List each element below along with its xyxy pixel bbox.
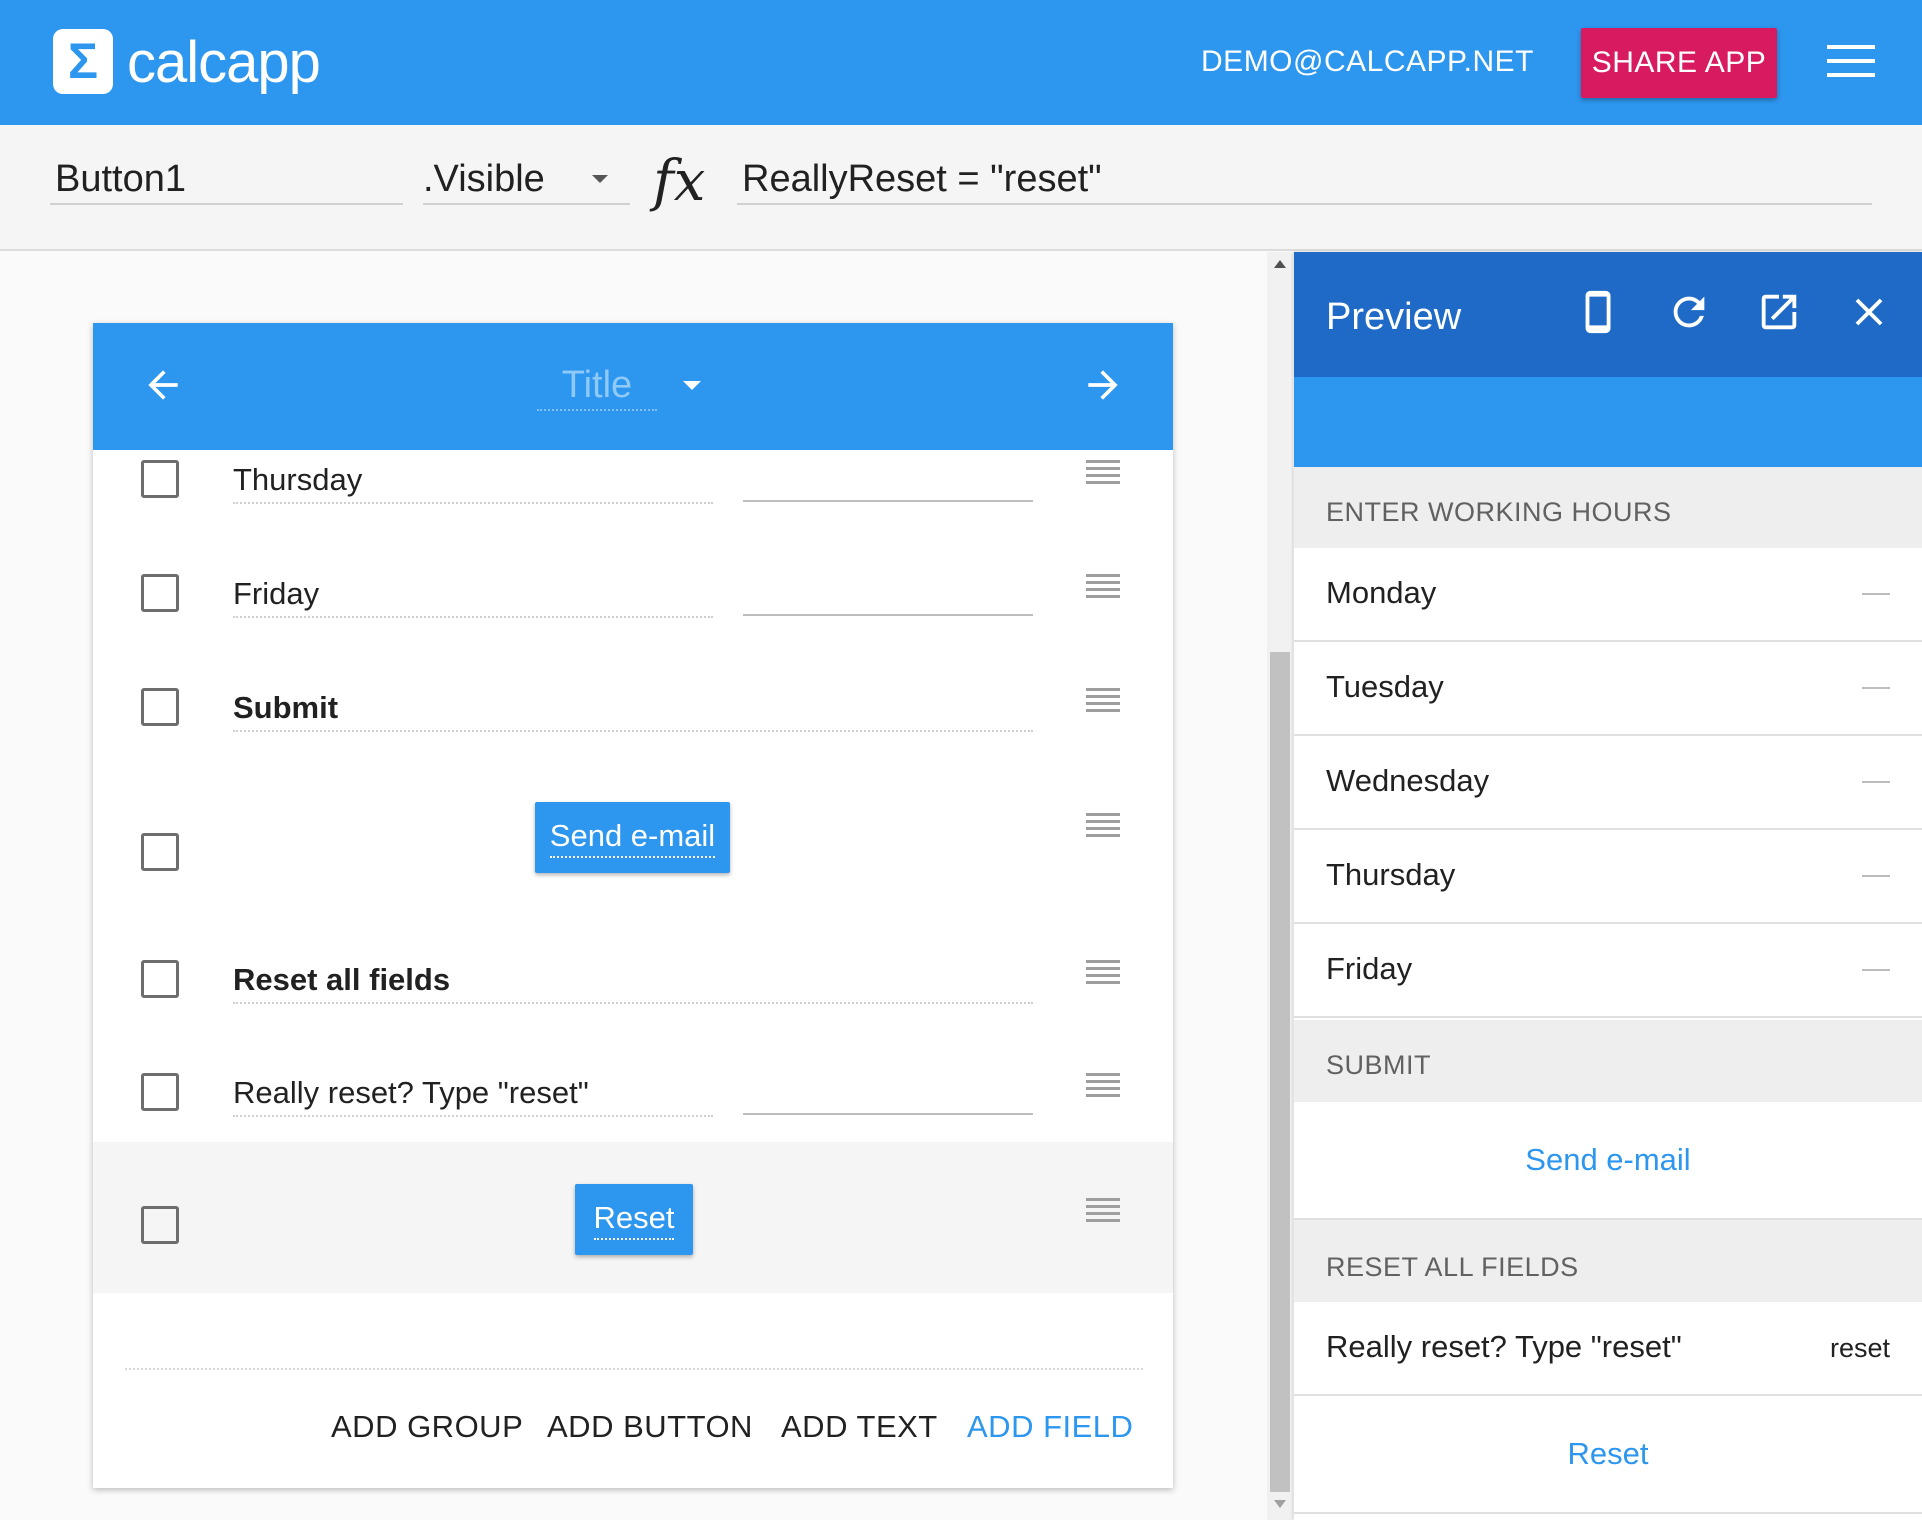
formula-input[interactable]: ReallyReset = "reset" (737, 153, 1872, 205)
row-checkbox[interactable] (141, 1206, 179, 1244)
close-icon[interactable] (1846, 289, 1892, 335)
field-value-placeholder (743, 572, 1033, 616)
caret-down-icon (592, 175, 608, 183)
property-select[interactable]: .Visible (423, 153, 630, 205)
arrow-forward-icon[interactable] (1081, 363, 1125, 407)
calcapp-logo-icon: Σ (53, 29, 113, 94)
empty-value (1862, 875, 1890, 877)
designer-row-reset-group[interactable]: Reset all fields (93, 926, 1173, 1016)
add-field-button[interactable]: ADD FIELD (967, 1405, 1133, 1449)
designer-row-thursday[interactable]: Thursday (93, 450, 1173, 540)
row-label: Monday (1326, 575, 1437, 610)
row-checkbox[interactable] (141, 833, 179, 871)
row-label: Friday (1326, 951, 1413, 986)
group-title: RESET ALL FIELDS (1326, 1252, 1579, 1282)
field-label[interactable]: Really reset? Type "reset" (233, 1071, 713, 1117)
preview-reset-button[interactable]: Reset (1294, 1396, 1922, 1514)
drag-handle-icon[interactable] (1086, 1198, 1120, 1222)
scroll-down-icon[interactable] (1274, 1500, 1286, 1508)
row-checkbox[interactable] (141, 574, 179, 612)
group-label[interactable]: Reset all fields (233, 958, 1033, 1004)
share-app-button[interactable]: SHARE APP (1581, 28, 1777, 98)
phone-icon[interactable] (1576, 289, 1622, 335)
row-label: Really reset? Type "reset" (1326, 1329, 1682, 1364)
empty-value (1862, 593, 1890, 595)
arrow-back-icon[interactable] (141, 363, 185, 407)
button-label: Send e-mail (1525, 1142, 1691, 1177)
drag-handle-icon[interactable] (1086, 688, 1120, 712)
preview-group-header: RESET ALL FIELDS (1294, 1220, 1922, 1302)
drag-handle-icon[interactable] (1086, 460, 1120, 484)
scrollbar[interactable] (1267, 252, 1293, 1520)
app-name: calcapp (127, 30, 321, 95)
preview-row-tuesday[interactable]: Tuesday (1294, 642, 1922, 736)
preview-panel: Preview ENTER WORKING HOURS Monday Tuesd… (1294, 252, 1922, 1520)
open-in-new-icon[interactable] (1756, 289, 1802, 335)
add-group-button[interactable]: ADD GROUP (331, 1405, 523, 1449)
drag-handle-icon[interactable] (1086, 574, 1120, 598)
designer-row-friday[interactable]: Friday (93, 564, 1173, 654)
preview-title: Preview (1326, 296, 1462, 338)
preview-send-email-button[interactable]: Send e-mail (1294, 1102, 1922, 1220)
send-email-button[interactable]: Send e-mail (535, 802, 730, 873)
property-select-value: .Visible (423, 158, 545, 200)
row-checkbox[interactable] (141, 460, 179, 498)
preview-group-header: SUBMIT (1294, 1020, 1922, 1102)
designer-row-really-reset[interactable]: Really reset? Type "reset" (93, 1053, 1173, 1143)
designer-row-reset-button[interactable]: Reset (93, 1142, 1173, 1293)
row-checkbox[interactable] (141, 1073, 179, 1111)
add-text-button[interactable]: ADD TEXT (781, 1405, 938, 1449)
scroll-up-icon[interactable] (1274, 260, 1286, 268)
row-checkbox[interactable] (141, 960, 179, 998)
field-label[interactable]: Thursday (233, 458, 713, 504)
screen-designer: Title Thursday Friday Submit Send e-mail (93, 323, 1173, 1488)
field-value-placeholder (743, 458, 1033, 502)
user-email-link[interactable]: DEMO@CALCAPP.NET (1201, 42, 1534, 82)
row-label: Wednesday (1326, 763, 1490, 798)
group-title: ENTER WORKING HOURS (1326, 497, 1672, 527)
preview-row-monday[interactable]: Monday (1294, 548, 1922, 642)
row-checkbox[interactable] (141, 688, 179, 726)
empty-value (1862, 781, 1890, 783)
field-value-placeholder (743, 1071, 1033, 1115)
app-bar: Σ calcapp DEMO@CALCAPP.NET SHARE APP (0, 0, 1922, 125)
reset-button-label: Reset (593, 1198, 675, 1240)
drag-handle-icon[interactable] (1086, 960, 1120, 984)
row-label: Thursday (1326, 857, 1456, 892)
designer-row-send-email[interactable]: Send e-mail (93, 793, 1173, 913)
screen-header: Title (93, 323, 1173, 450)
preview-group-header: ENTER WORKING HOURS (1294, 467, 1922, 548)
preview-row-friday[interactable]: Friday (1294, 924, 1922, 1018)
preview-row-thursday[interactable]: Thursday (1294, 830, 1922, 924)
send-email-button-label: Send e-mail (549, 816, 716, 858)
designer-row-submit-group[interactable]: Submit (93, 678, 1173, 768)
divider (125, 1368, 1143, 1370)
reset-button[interactable]: Reset (575, 1184, 693, 1255)
scrollbar-thumb[interactable] (1270, 652, 1290, 1492)
drag-handle-icon[interactable] (1086, 813, 1120, 837)
element-name-field[interactable]: Button1 (50, 153, 403, 205)
fx-icon: fx (653, 149, 706, 214)
row-label: Tuesday (1326, 669, 1444, 704)
preview-header: Preview (1294, 252, 1922, 377)
preview-screen-bar (1294, 377, 1922, 467)
button-label: Reset (1567, 1436, 1649, 1471)
empty-value (1862, 687, 1890, 689)
preview-row-wednesday[interactable]: Wednesday (1294, 736, 1922, 830)
drag-handle-icon[interactable] (1086, 1073, 1120, 1097)
field-label[interactable]: Friday (233, 572, 713, 618)
refresh-icon[interactable] (1666, 289, 1712, 335)
screen-title-field[interactable]: Title (537, 359, 657, 411)
add-button-button[interactable]: ADD BUTTON (547, 1405, 753, 1449)
hamburger-menu-icon[interactable] (1827, 45, 1875, 77)
group-label[interactable]: Submit (233, 686, 1033, 732)
caret-down-icon[interactable] (683, 381, 701, 390)
formula-bar: Button1 .Visible fx ReallyReset = "reset… (0, 125, 1922, 251)
group-title: SUBMIT (1326, 1050, 1432, 1080)
preview-row-really-reset[interactable]: Really reset? Type "reset" reset (1294, 1302, 1922, 1396)
row-value[interactable]: reset (1830, 1328, 1890, 1368)
empty-value (1862, 969, 1890, 971)
